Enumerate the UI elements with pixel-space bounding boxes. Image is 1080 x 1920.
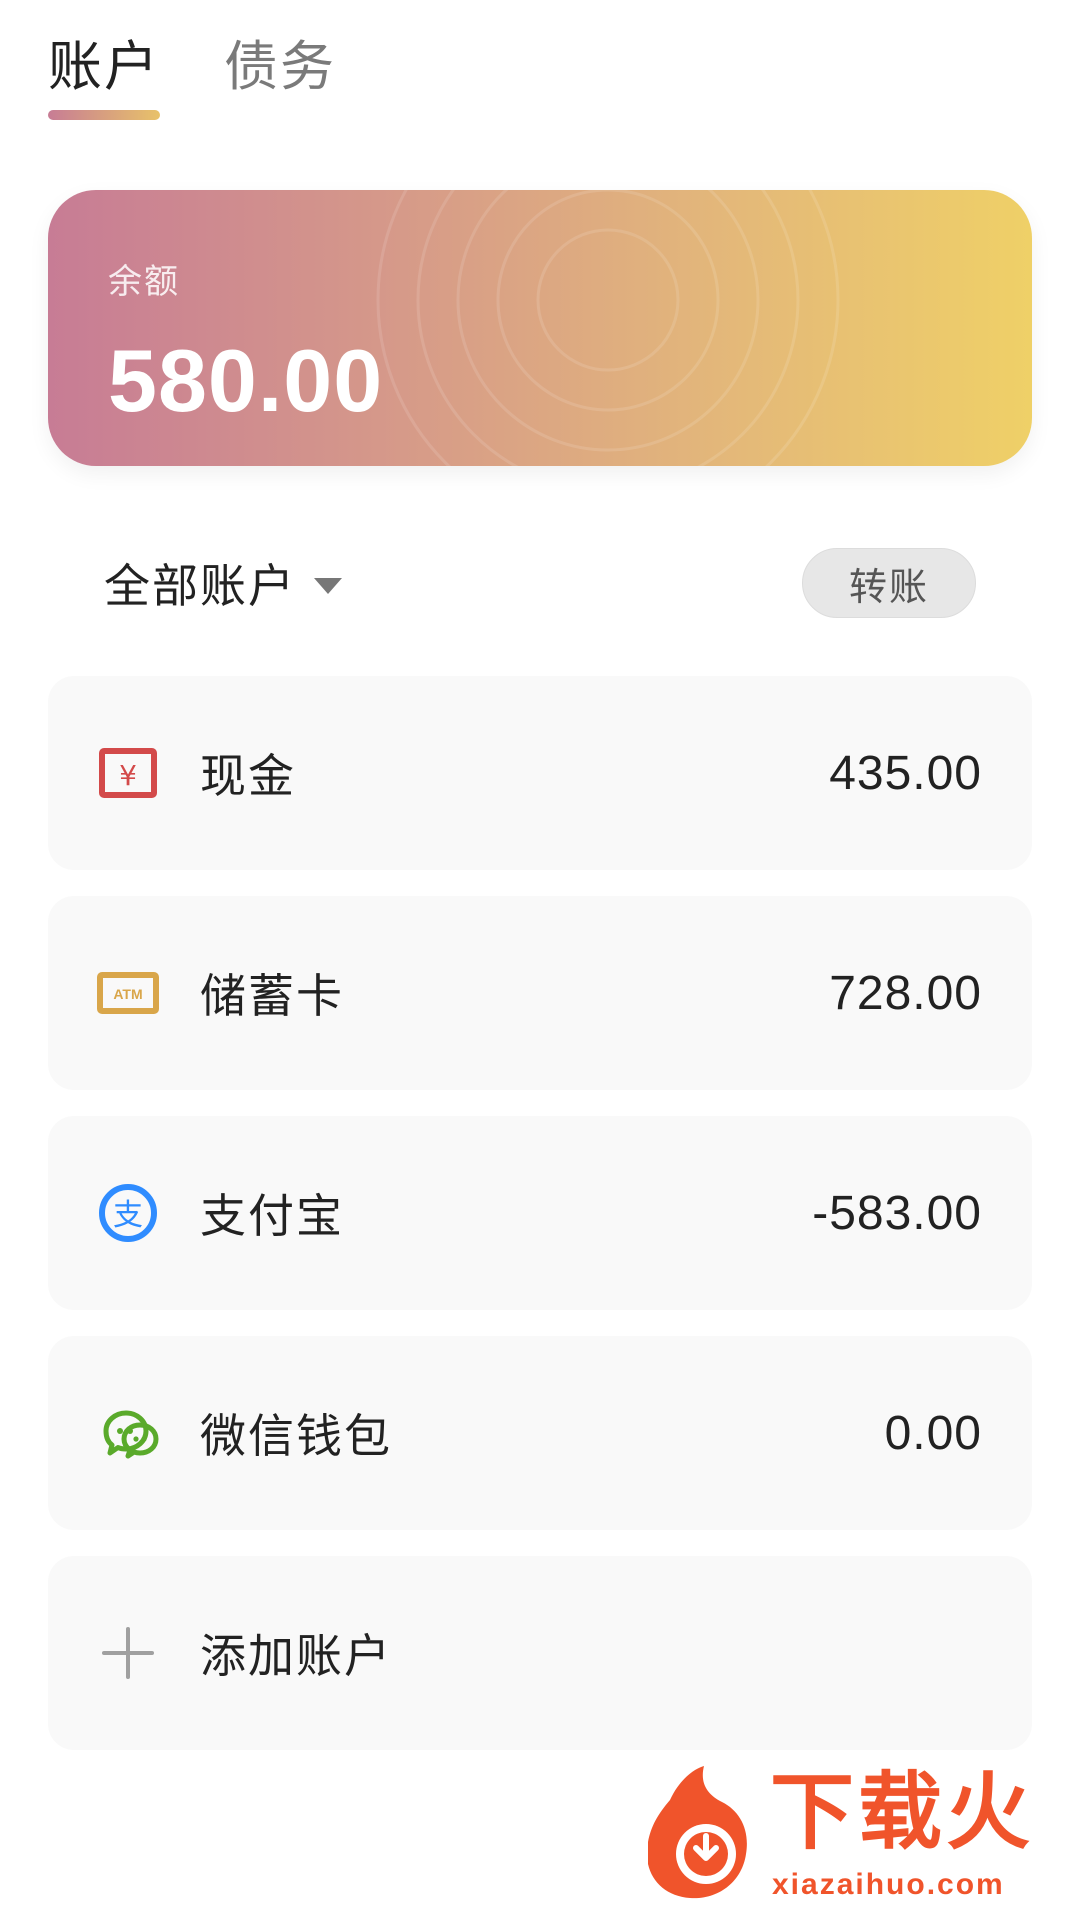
atm-card-icon-svg: ATM [97, 972, 159, 1014]
transfer-button[interactable]: 转账 [802, 548, 976, 618]
tab-debt-label: 债务 [224, 35, 336, 98]
filter-row: 全部账户 转账 [104, 548, 976, 618]
account-item-debit-card[interactable]: ATM 储蓄卡 728.00 [48, 896, 1032, 1090]
watermark-url: xiazaihuo.com [772, 1868, 1005, 1901]
tab-debt[interactable]: 债务 [224, 40, 336, 120]
atm-text: ATM [113, 986, 142, 1002]
top-tabs: 账户 债务 [48, 40, 336, 120]
account-amount: -583.00 [812, 1186, 982, 1240]
atm-card-icon: ATM [96, 961, 160, 1025]
balance-card: 余额 580.00 [48, 190, 1032, 466]
account-name: 现金 [200, 749, 296, 803]
wechat-icon [96, 1401, 160, 1465]
account-name: 储蓄卡 [200, 969, 344, 1023]
account-name: 微信钱包 [200, 1409, 392, 1463]
active-tab-underline [48, 110, 160, 120]
wechat-icon-svg [103, 1410, 159, 1459]
caret-down-icon [314, 578, 342, 594]
plus-icon [96, 1621, 160, 1685]
balance-value: 580.00 [108, 331, 384, 430]
account-filter-label: 全部账户 [104, 559, 296, 613]
alipay-symbol: 支 [113, 1198, 143, 1233]
watermark-title: 下载火 [770, 1763, 1035, 1861]
transfer-button-label: 转账 [848, 564, 929, 609]
watermark-logo-icon [648, 1766, 747, 1899]
account-item-alipay[interactable]: 支 支付宝 -583.00 [48, 1116, 1032, 1310]
tab-account[interactable]: 账户 [48, 40, 160, 120]
cash-icon: ¥ [96, 741, 160, 805]
account-item-cash[interactable]: ¥ 现金 435.00 [48, 676, 1032, 870]
tab-account-label: 账户 [48, 35, 160, 98]
account-amount: 435.00 [829, 746, 982, 800]
balance-label: 余额 [108, 262, 180, 302]
page: 账户 债务 余额 580.00 全部账户 转账 ¥ 现金 435.00 ATM … [0, 0, 1080, 1920]
cash-icon-svg: ¥ [99, 748, 157, 798]
account-name: 支付宝 [200, 1189, 344, 1243]
account-filter[interactable]: 全部账户 [104, 550, 342, 616]
add-account-label: 添加账户 [200, 1629, 392, 1683]
account-amount: 0.00 [884, 1406, 982, 1460]
account-item-wechat-wallet[interactable]: 微信钱包 0.00 [48, 1336, 1032, 1530]
cash-symbol: ¥ [119, 759, 137, 792]
alipay-icon-svg: 支 [99, 1184, 157, 1242]
watermark: 下载火 xiazaihuo.com [630, 1764, 1070, 1914]
account-list: ¥ 现金 435.00 ATM 储蓄卡 728.00 支 支付宝 -583.00… [48, 676, 1032, 1750]
account-amount: 728.00 [829, 966, 982, 1020]
add-account-button[interactable]: 添加账户 [48, 1556, 1032, 1750]
alipay-icon: 支 [96, 1181, 160, 1245]
